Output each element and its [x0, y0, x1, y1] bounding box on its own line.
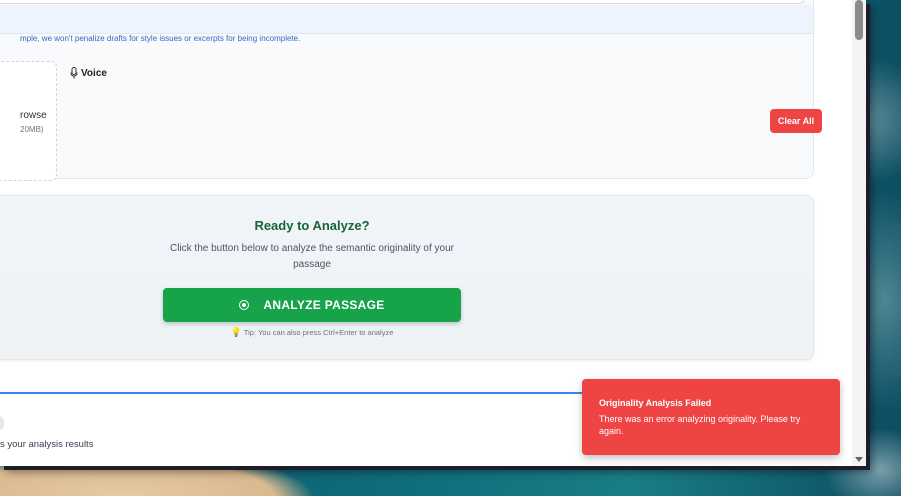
analyze-passage-button[interactable]: ANALYZE PASSAGE — [163, 288, 461, 322]
analyze-description: Click the button below to analyze the se… — [169, 243, 455, 270]
resize-grip-icon[interactable]: // — [798, 0, 802, 1]
analyze-button-label: ANALYZE PASSAGE — [263, 298, 385, 312]
tip-text: Tip: You can also press Ctrl+Enter to an… — [243, 328, 394, 337]
error-toast[interactable]: Originality Analysis Failed There was an… — [582, 379, 840, 455]
passage-textarea[interactable]: // — [0, 0, 805, 4]
voice-label: Voice — [81, 67, 107, 79]
results-description: s your analysis results — [0, 439, 94, 450]
input-card: // — [0, 0, 814, 179]
clear-all-button[interactable]: Clear All — [770, 109, 822, 133]
keyboard-tip: 💡 Tip: You can also press Ctrl+Enter to … — [0, 327, 624, 338]
file-upload-dropzone[interactable] — [0, 61, 57, 181]
scrollbar-thumb[interactable] — [855, 0, 863, 40]
browser-window: // mple, we won't penalize drafts for st… — [0, 0, 866, 466]
analyze-title: Ready to Analyze? — [254, 218, 370, 233]
voice-button[interactable]: Voice — [70, 67, 107, 79]
microphone-icon — [70, 67, 78, 79]
scroll-down-arrow-icon[interactable] — [855, 457, 863, 462]
toast-title: Originality Analysis Failed — [599, 398, 712, 408]
toast-message: There was an error analyzing originality… — [599, 414, 801, 436]
target-icon — [239, 300, 250, 310]
upload-size-limit: 20MB) — [20, 125, 44, 134]
lightbulb-icon: 💡 — [230, 327, 242, 337]
upload-browse-label[interactable]: rowse — [20, 110, 47, 121]
vertical-scrollbar[interactable] — [852, 0, 866, 466]
hint-text: mple, we won't penalize drafts for style… — [20, 34, 301, 43]
hint-banner — [0, 5, 813, 34]
